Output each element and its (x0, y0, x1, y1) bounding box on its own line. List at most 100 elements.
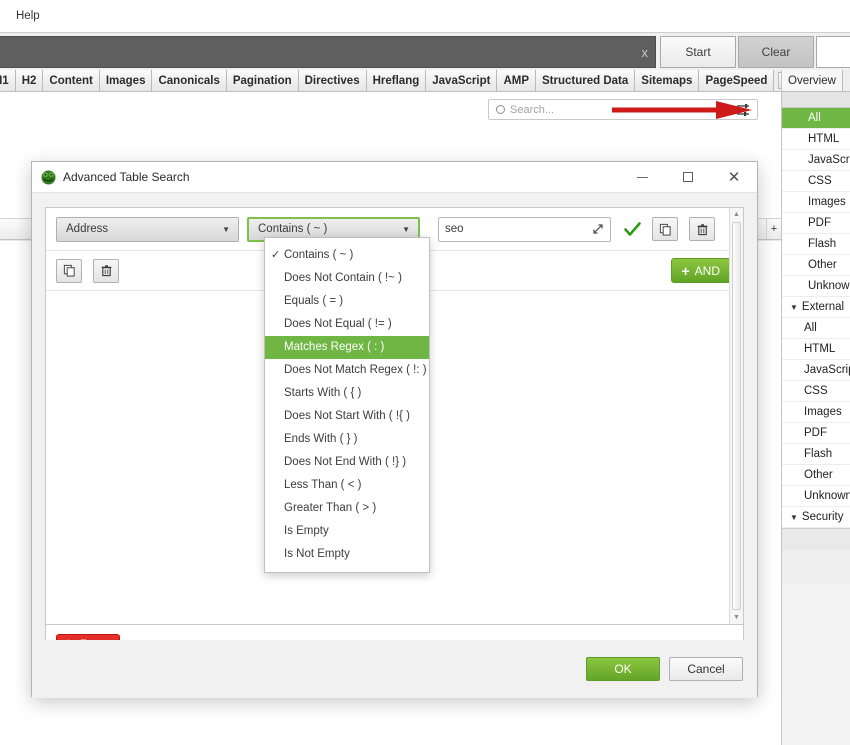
overview-item-internal-html[interactable]: HTML (782, 129, 850, 150)
operator-option-does-not-match-regex[interactable]: Does Not Match Regex ( !: ) (265, 359, 429, 382)
overview-list: All HTML JavaScript CSS Images PDF Flash… (782, 108, 850, 528)
dialog-title-bar[interactable]: Advanced Table Search ✕ (32, 162, 757, 193)
expand-diagonal-icon[interactable] (592, 223, 604, 235)
tab-overview[interactable]: Overview (782, 70, 843, 91)
scrollbar-thumb[interactable] (732, 222, 741, 610)
operator-option-less-than[interactable]: Less Than ( < ) (265, 474, 429, 497)
tab-structured-data[interactable]: Structured Data (536, 70, 635, 91)
ok-button[interactable]: OK (586, 657, 660, 681)
overview-item-external-other[interactable]: Other (782, 465, 850, 486)
overview-item-internal-pdf[interactable]: PDF (782, 213, 850, 234)
overview-header-band (782, 92, 850, 108)
operator-option-is-empty[interactable]: Is Empty (265, 520, 429, 543)
clear-url-icon[interactable]: x (642, 46, 649, 59)
operator-option-does-not-contain[interactable]: Does Not Contain ( !~ ) (265, 267, 429, 290)
toolbar-extra-field[interactable] (816, 36, 850, 68)
overview-item-internal-javascript[interactable]: JavaScript (782, 150, 850, 171)
tab-canonicals[interactable]: Canonicals (152, 70, 226, 91)
clear-button[interactable]: Clear (738, 36, 814, 68)
operator-option-starts-with[interactable]: Starts With ( { ) (265, 382, 429, 405)
overview-tab-row: Overview (782, 70, 850, 92)
operator-option-matches-regex[interactable]: Matches Regex ( : ) (265, 336, 429, 359)
filter-panel-scrollbar[interactable]: ▲ ▼ (729, 208, 743, 624)
operator-option-ends-with[interactable]: Ends With ( } ) (265, 428, 429, 451)
dialog-footer: OK Cancel (32, 640, 757, 698)
operator-option-contains[interactable]: Contains ( ~ ) (265, 244, 429, 267)
filter-field-select[interactable]: Address ▼ (56, 217, 239, 242)
operator-option-does-not-equal[interactable]: Does Not Equal ( != ) (265, 313, 429, 336)
operator-option-does-not-start-with[interactable]: Does Not Start With ( !{ ) (265, 405, 429, 428)
add-and-label: AND (695, 264, 720, 278)
menu-bar: Help (0, 0, 850, 32)
chevron-down-icon: ▼ (222, 225, 230, 234)
add-column-button[interactable]: + (767, 219, 781, 239)
filter-value-input[interactable]: seo (438, 217, 611, 242)
overview-pane: Overview All HTML JavaScript CSS Images … (781, 70, 850, 745)
overview-item-internal-unknown[interactable]: Unknown (782, 276, 850, 297)
overview-footer-band (782, 528, 850, 550)
filter-field-value: Address (66, 223, 108, 235)
delete-all-button[interactable] (93, 259, 119, 283)
start-button[interactable]: Start (660, 36, 736, 68)
copy-filter-button[interactable] (652, 217, 678, 241)
tab-content[interactable]: Content (43, 70, 99, 91)
url-input[interactable]: x (0, 36, 656, 68)
scroll-up-icon[interactable]: ▲ (733, 208, 740, 221)
operator-option-equals[interactable]: Equals ( = ) (265, 290, 429, 313)
minimize-icon[interactable] (619, 162, 665, 193)
search-icon (496, 105, 505, 114)
overview-item-external-all[interactable]: All (782, 318, 850, 339)
crawl-toolbar: x Start Clear (0, 32, 850, 70)
overview-item-internal-other[interactable]: Other (782, 255, 850, 276)
overview-item-external-images[interactable]: Images (782, 402, 850, 423)
copy-all-button[interactable] (56, 259, 82, 283)
operator-option-greater-than[interactable]: Greater Than ( > ) (265, 497, 429, 520)
caret-down-icon: ▼ (790, 513, 798, 522)
tab-pagination[interactable]: Pagination (227, 70, 299, 91)
tab-h1[interactable]: H1 (0, 70, 16, 91)
overview-item-external-unknown[interactable]: Unknown (782, 486, 850, 507)
dialog-title: Advanced Table Search (63, 170, 190, 184)
tab-amp[interactable]: AMP (497, 70, 536, 91)
operator-option-does-not-end-with[interactable]: Does Not End With ( !} ) (265, 451, 429, 474)
overview-footer-band-2 (782, 550, 850, 584)
overview-item-external-javascript[interactable]: JavaScript (782, 360, 850, 381)
caret-down-icon: ▼ (790, 303, 798, 312)
filter-value-text: seo (445, 223, 592, 235)
green-check-icon (624, 222, 641, 237)
scroll-down-icon[interactable]: ▼ (733, 611, 740, 624)
overview-item-external-pdf[interactable]: PDF (782, 423, 850, 444)
overview-item-internal-flash[interactable]: Flash (782, 234, 850, 255)
overview-group-security[interactable]: ▼ Security (782, 507, 850, 528)
tab-hreflang[interactable]: Hreflang (367, 70, 427, 91)
overview-item-internal-all[interactable]: All (782, 108, 850, 129)
tab-images[interactable]: Images (100, 70, 153, 91)
overview-group-security-label: Security (802, 511, 844, 523)
close-icon[interactable]: ✕ (711, 162, 757, 193)
menu-item-help[interactable]: Help (8, 6, 48, 26)
cancel-button[interactable]: Cancel (669, 657, 743, 681)
chevron-down-icon: ▼ (402, 225, 410, 234)
tab-javascript[interactable]: JavaScript (426, 70, 497, 91)
overview-group-external[interactable]: ▼ External (782, 297, 850, 318)
overview-group-external-label: External (802, 301, 844, 313)
add-and-condition-button[interactable]: + AND (671, 258, 733, 283)
overview-item-external-css[interactable]: CSS (782, 381, 850, 402)
tab-directives[interactable]: Directives (299, 70, 367, 91)
overview-item-external-flash[interactable]: Flash (782, 444, 850, 465)
filter-operator-value: Contains ( ~ ) (258, 223, 327, 235)
window-controls: ✕ (619, 162, 757, 193)
tab-pagespeed[interactable]: PageSpeed (699, 70, 774, 91)
overview-item-internal-css[interactable]: CSS (782, 171, 850, 192)
tab-sitemaps[interactable]: Sitemaps (635, 70, 699, 91)
plus-icon: + (681, 264, 689, 278)
overview-item-external-html[interactable]: HTML (782, 339, 850, 360)
application-window: Help x Start Clear H1 H2 Content Images … (0, 0, 850, 745)
operator-dropdown-menu: Contains ( ~ ) Does Not Contain ( !~ ) E… (264, 237, 430, 573)
operator-option-is-not-empty[interactable]: Is Not Empty (265, 543, 429, 566)
red-arrow-annotation (612, 101, 752, 119)
tab-h2[interactable]: H2 (16, 70, 44, 91)
maximize-icon[interactable] (665, 162, 711, 193)
overview-item-internal-images[interactable]: Images (782, 192, 850, 213)
delete-filter-button[interactable] (689, 217, 715, 241)
